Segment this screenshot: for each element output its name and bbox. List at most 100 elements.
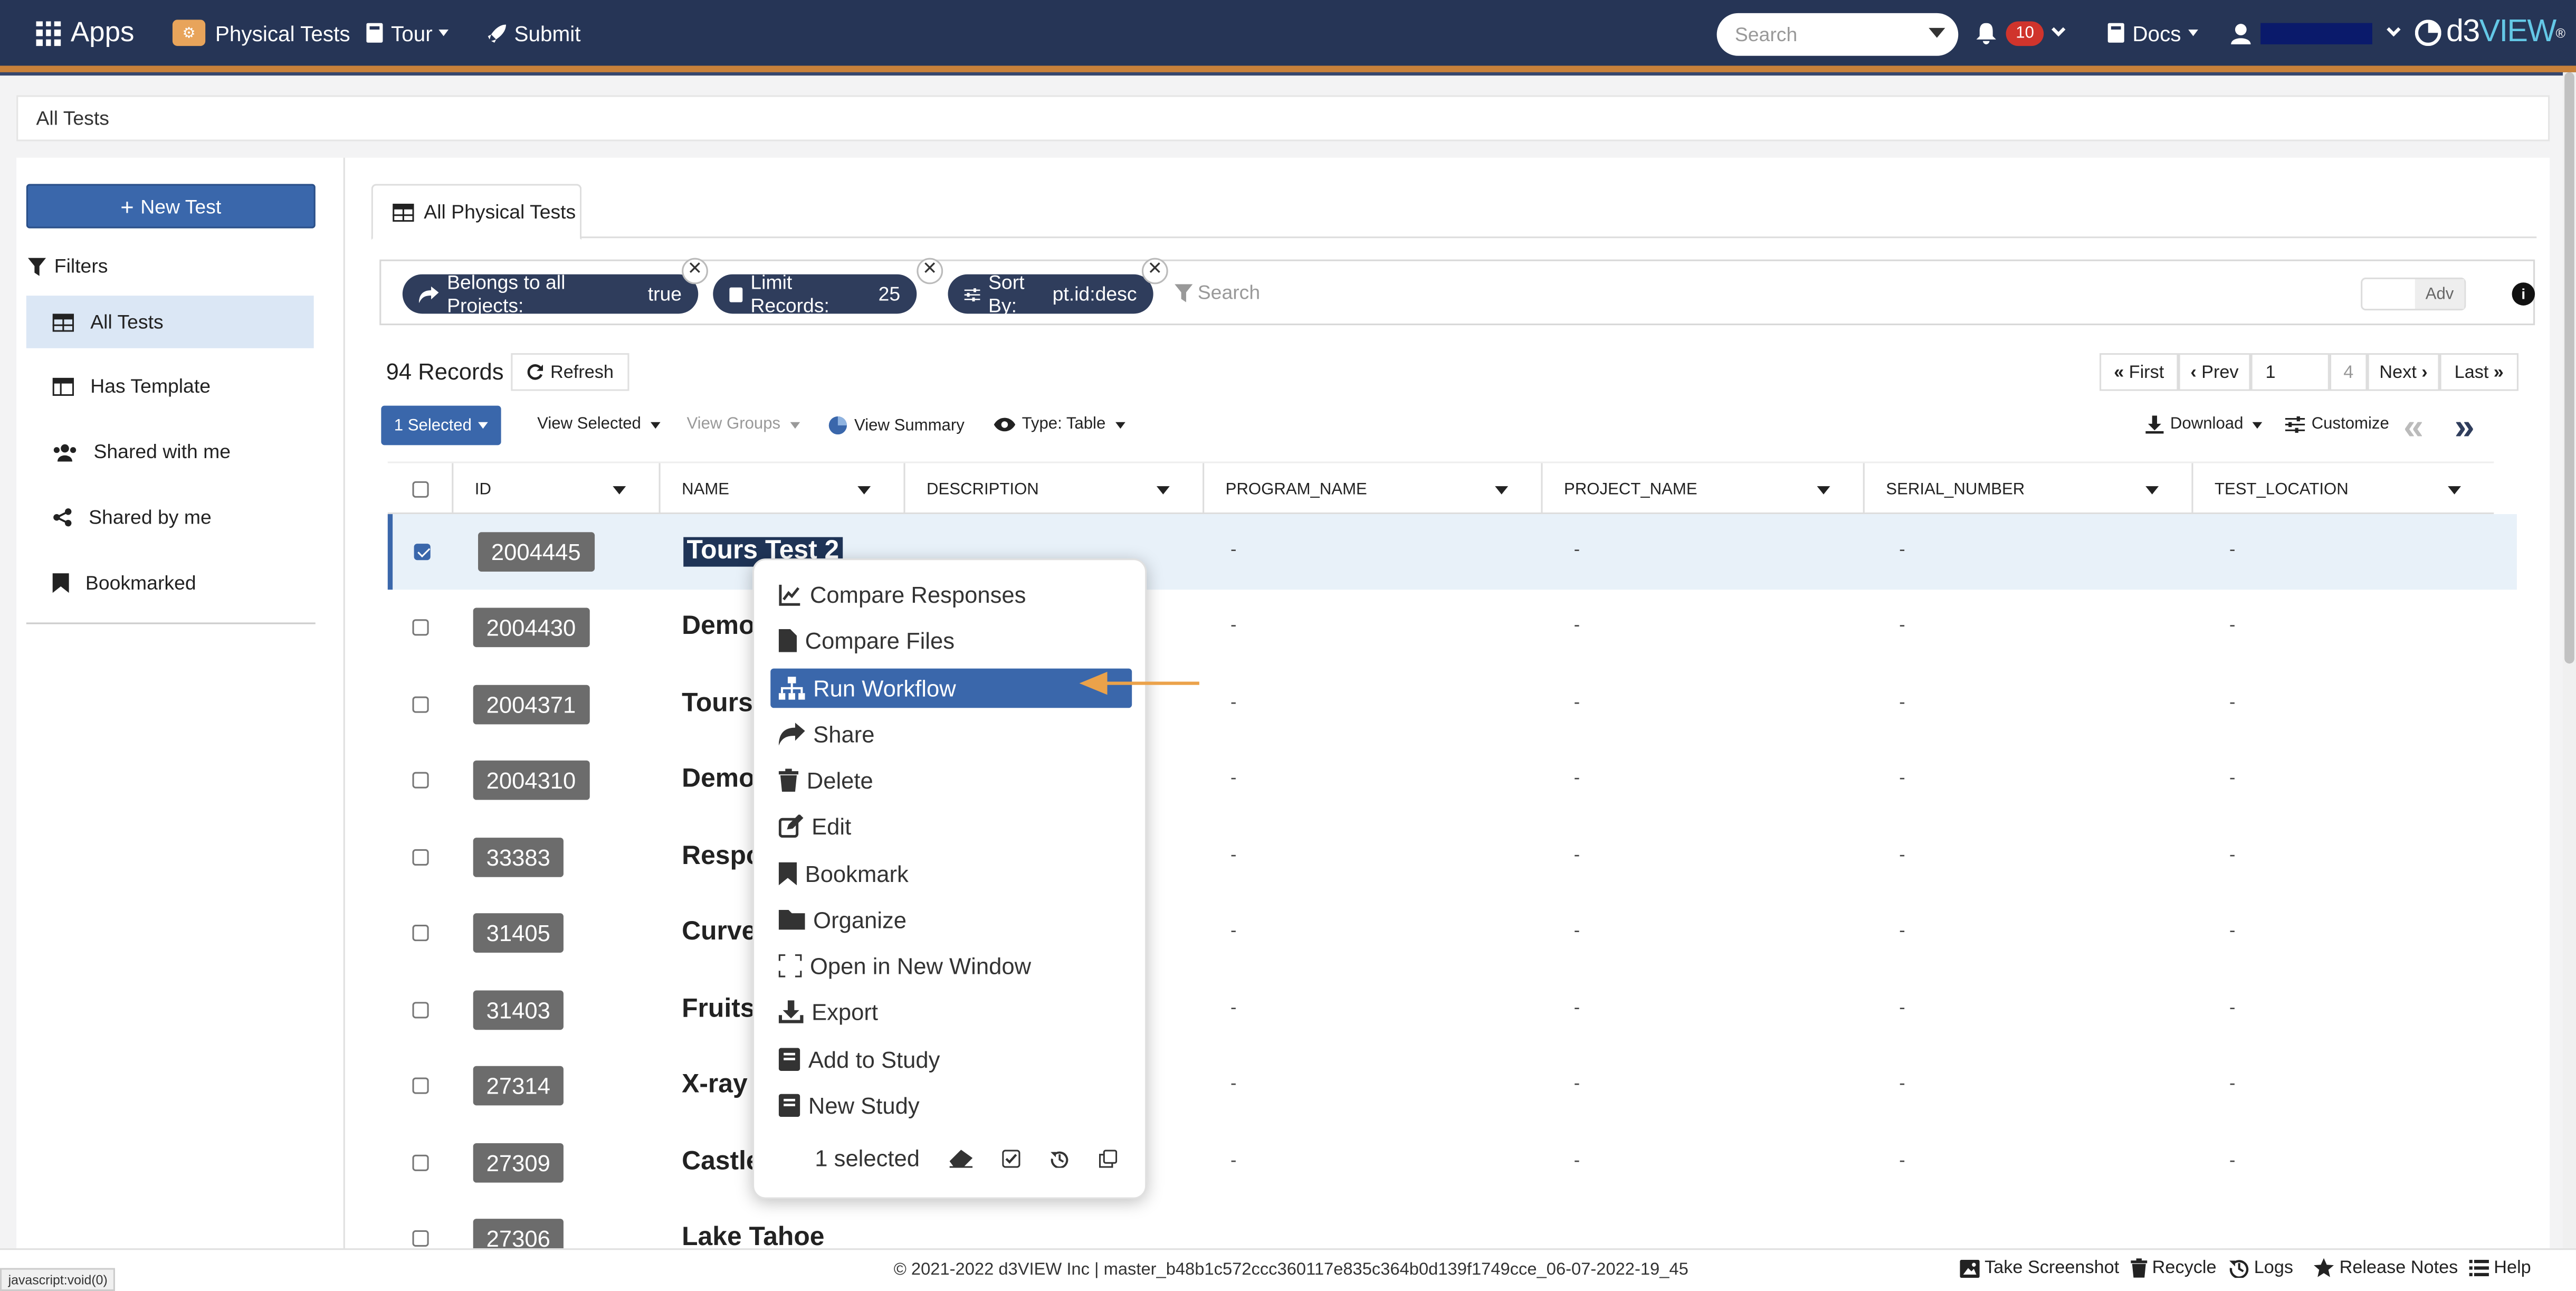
new-test-button[interactable]: + New Test	[26, 184, 316, 229]
table-row[interactable]: 2004430 Demo - - - -	[388, 590, 2517, 665]
sort-caret-icon[interactable]	[1495, 486, 1509, 495]
menu-item-share[interactable]: Share	[770, 715, 1132, 754]
menu-item-run-workflow[interactable]: Run Workflow	[770, 668, 1132, 708]
menu-item-edit[interactable]: Edit	[770, 806, 1132, 846]
row-id-badge[interactable]: 27314	[473, 1066, 564, 1106]
sidebar-item-has-template[interactable]: Has Template	[26, 360, 314, 413]
row-name[interactable]: Fruits	[682, 995, 755, 1025]
sidebar-item-all-tests[interactable]: All Tests	[26, 296, 314, 348]
sort-caret-icon[interactable]	[613, 486, 626, 495]
table-row[interactable]: 2004310 Demo - - - -	[388, 743, 2517, 818]
row-checkbox[interactable]	[414, 544, 431, 561]
global-search-input[interactable]: Search	[1716, 13, 1959, 56]
search-dropdown-icon[interactable]	[1929, 27, 1945, 38]
pager-last-button[interactable]: Last »	[2439, 353, 2518, 391]
row-name[interactable]: Demo	[682, 613, 755, 642]
tour-menu[interactable]: Tour	[366, 0, 449, 65]
row-checkbox[interactable]	[412, 1077, 429, 1094]
take-screenshot-link[interactable]: Take Screenshot	[1960, 1258, 2119, 1278]
eraser-icon[interactable]	[949, 1148, 972, 1167]
logs-link[interactable]: Logs	[2229, 1258, 2293, 1278]
row-name[interactable]: Tours	[682, 690, 753, 719]
table-row[interactable]: 33383 Respo - - - -	[388, 820, 2517, 895]
release-notes-link[interactable]: Release Notes	[2313, 1258, 2458, 1278]
row-checkbox[interactable]	[412, 1230, 429, 1247]
pager-next-button[interactable]: Next ›	[2367, 353, 2440, 391]
menu-item-delete[interactable]: Delete	[770, 761, 1132, 800]
table-row[interactable]: 31403 Fruits - - - -	[388, 972, 2517, 1048]
scroll-left-icon[interactable]: «	[2403, 406, 2424, 449]
advanced-toggle[interactable]: Adv	[2361, 277, 2466, 311]
row-id-badge[interactable]: 27309	[473, 1143, 564, 1183]
table-row[interactable]: 31405 Curve - - - -	[388, 895, 2517, 971]
notifications-menu[interactable]: 10	[1976, 0, 2066, 65]
breadcrumb-item[interactable]: All Tests	[36, 107, 109, 130]
row-checkbox[interactable]	[412, 696, 429, 713]
menu-item-open-in-new-window[interactable]: Open in New Window	[770, 946, 1132, 986]
sort-caret-icon[interactable]	[1156, 486, 1170, 495]
menu-item-new-study[interactable]: New Study	[770, 1086, 1132, 1125]
view-groups-dropdown[interactable]: View Groups	[686, 415, 800, 434]
sort-caret-icon[interactable]	[2448, 486, 2461, 495]
info-icon[interactable]: i	[2512, 282, 2535, 306]
row-name[interactable]: X-ray	[682, 1071, 748, 1100]
sidebar-item-bookmarked[interactable]: Bookmarked	[26, 557, 314, 610]
menu-item-add-to-study[interactable]: Add to Study	[770, 1040, 1132, 1079]
sidebar-item-shared-by-me[interactable]: Shared by me	[26, 491, 314, 544]
row-checkbox[interactable]	[412, 619, 429, 636]
column-header-test-location[interactable]: TEST_LOCATION	[2193, 463, 2494, 516]
view-selected-dropdown[interactable]: View Selected	[537, 415, 661, 434]
close-icon[interactable]: ✕	[682, 258, 708, 284]
menu-item-bookmark[interactable]: Bookmark	[770, 854, 1132, 894]
sidebar-item-shared-with-me[interactable]: Shared with me	[26, 425, 314, 478]
copy-icon[interactable]	[1099, 1148, 1117, 1167]
check-square-icon[interactable]	[1001, 1148, 1020, 1167]
filter-chip-sort[interactable]: Sort By: pt.id:desc	[948, 271, 1153, 317]
selected-dropdown-button[interactable]: 1 Selected	[381, 405, 501, 445]
menu-item-compare-files[interactable]: Compare Files	[770, 621, 1132, 660]
row-id-badge[interactable]: 2004371	[473, 685, 589, 725]
row-id-badge[interactable]: 31403	[473, 990, 564, 1030]
user-menu[interactable]	[2231, 0, 2401, 65]
type-table-dropdown[interactable]: Type: Table	[994, 415, 1125, 434]
row-checkbox[interactable]	[412, 1002, 429, 1019]
pager-prev-button[interactable]: ‹ Prev	[2178, 353, 2251, 391]
scrollbar-thumb[interactable]	[2564, 72, 2574, 664]
close-icon[interactable]: ✕	[1141, 258, 1168, 284]
view-summary-button[interactable]: View Summary	[828, 415, 965, 435]
column-header-id[interactable]: ID	[453, 463, 661, 516]
column-header-project-name[interactable]: PROJECT_NAME	[1543, 463, 1865, 516]
page-number-input[interactable]: 1	[2250, 353, 2330, 391]
row-checkbox[interactable]	[412, 925, 429, 942]
table-row[interactable]: 2004445 Tours Test 2 - - - -	[387, 514, 2517, 590]
row-name[interactable]: Castle	[682, 1148, 761, 1178]
physical-tests-link[interactable]: ⚙ Physical Tests	[172, 0, 350, 65]
tab-all-physical-tests[interactable]: All Physical Tests	[371, 184, 582, 240]
row-checkbox[interactable]	[412, 772, 429, 789]
row-name[interactable]: Respo	[682, 842, 762, 872]
d3view-logo[interactable]: d3 VIEW ®	[2415, 0, 2565, 65]
sort-caret-icon[interactable]	[1817, 486, 1830, 495]
table-row[interactable]: 27309 Castle - - - -	[388, 1125, 2517, 1201]
column-header-description[interactable]: DESCRIPTION	[905, 463, 1205, 516]
row-name[interactable]: Demo	[682, 765, 755, 795]
filter-search-input[interactable]: Search	[1175, 281, 1260, 304]
apps-menu[interactable]: Apps	[36, 0, 135, 65]
row-id-badge[interactable]: 2004445	[478, 532, 594, 572]
row-checkbox[interactable]	[412, 849, 429, 866]
row-id-badge[interactable]: 2004430	[473, 607, 589, 648]
docs-menu[interactable]: Docs	[2107, 0, 2198, 65]
table-row[interactable]: 2004371 Tours - - - -	[388, 667, 2517, 742]
pager-first-button[interactable]: « First	[2100, 353, 2179, 391]
download-dropdown[interactable]: Download	[2145, 415, 2263, 434]
filter-chip-projects[interactable]: Belongs to all Projects: true	[402, 271, 699, 317]
submit-menu[interactable]: Submit	[486, 0, 581, 65]
menu-item-organize[interactable]: Organize	[770, 900, 1132, 939]
menu-item-compare-responses[interactable]: Compare Responses	[770, 575, 1132, 614]
refresh-button[interactable]: Refresh	[511, 353, 629, 391]
row-id-badge[interactable]: 31405	[473, 913, 564, 953]
select-all-checkbox[interactable]	[412, 481, 429, 498]
help-link[interactable]: Help	[2469, 1258, 2531, 1278]
row-name[interactable]: Curve	[682, 918, 756, 948]
row-id-badge[interactable]: 2004310	[473, 760, 589, 800]
